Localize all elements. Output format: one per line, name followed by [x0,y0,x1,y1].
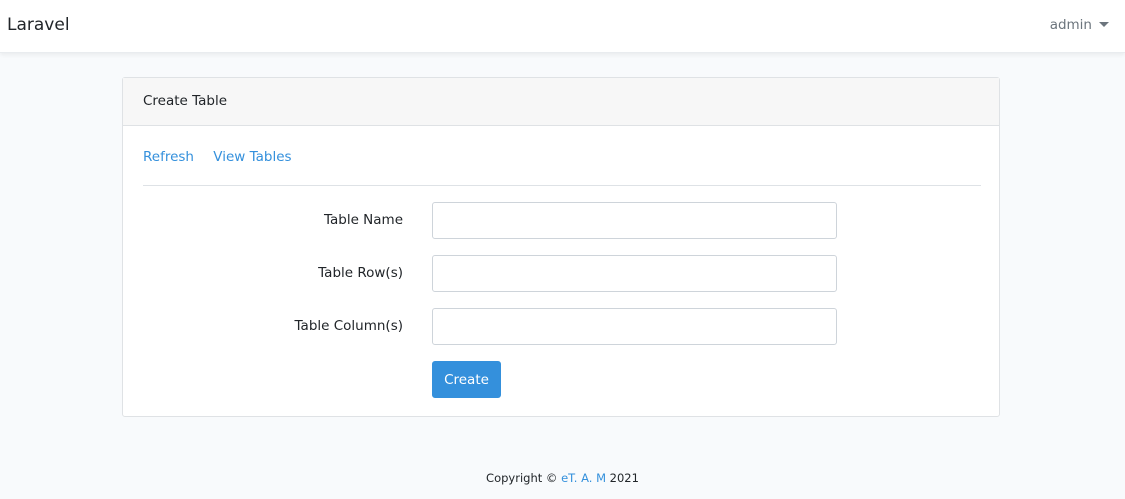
card-header: Create Table [123,78,999,126]
copyright-text: Copyright © [486,471,558,485]
divider [143,185,981,186]
table-name-input[interactable] [432,202,837,239]
caret-down-icon [1099,22,1109,27]
table-rows-input[interactable] [432,255,837,292]
top-navbar: Laravel admin [0,0,1125,53]
user-menu-dropdown[interactable]: admin [1050,17,1109,33]
action-links: Refresh View Tables [143,149,307,165]
footer: Copyright © eT. A. M 2021 [0,471,1125,485]
create-button[interactable]: Create [432,361,501,398]
footer-author-link[interactable]: eT. A. M [561,471,606,485]
table-columns-input[interactable] [432,308,837,345]
view-tables-link[interactable]: View Tables [213,149,291,165]
copyright-year: 2021 [609,471,639,485]
table-rows-label: Table Row(s) [318,265,403,281]
table-columns-label: Table Column(s) [294,318,403,334]
create-table-card: Create Table Refresh View Tables Table N… [122,77,1000,417]
refresh-link[interactable]: Refresh [143,149,194,165]
table-name-label: Table Name [323,212,403,228]
user-name-label: admin [1049,17,1092,33]
card-title: Create Table [143,93,228,109]
brand-link[interactable]: Laravel [7,15,70,35]
